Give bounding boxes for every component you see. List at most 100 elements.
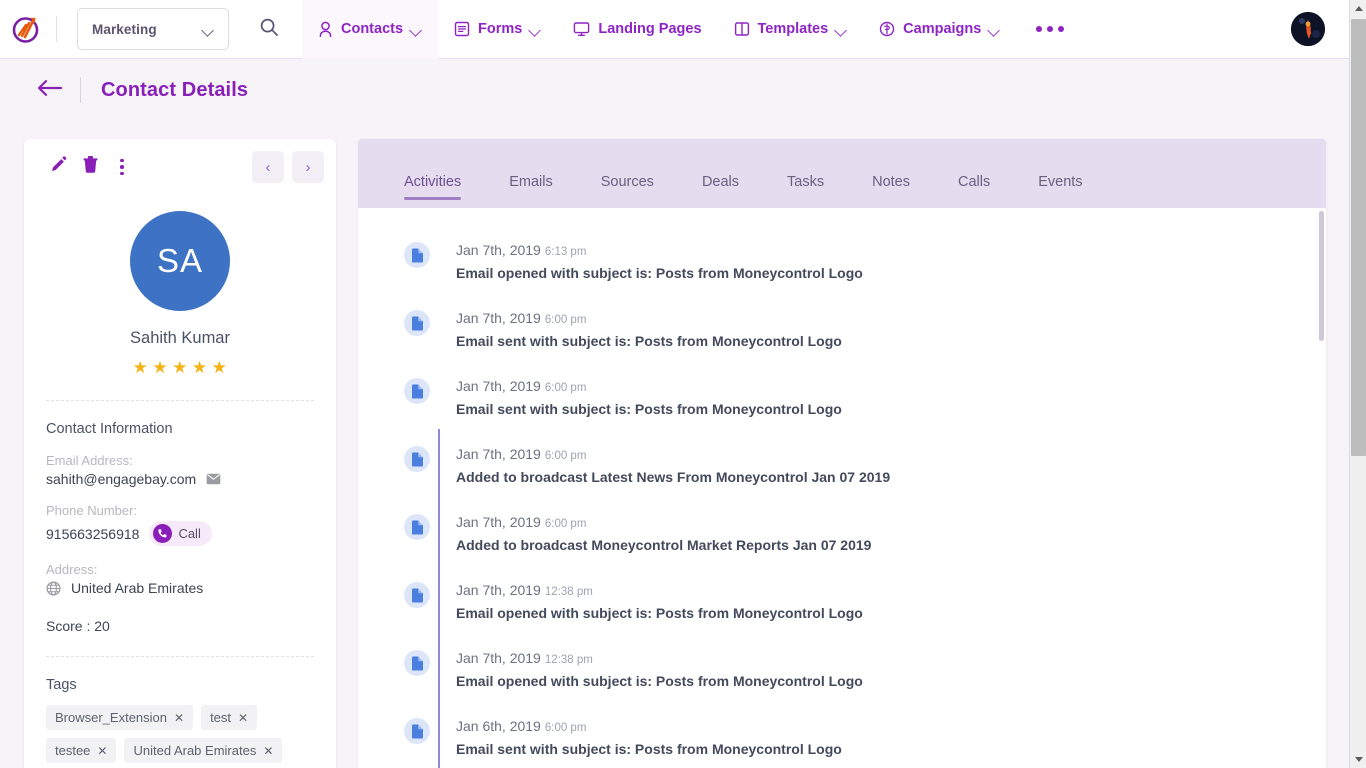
document-activity-icon — [404, 582, 430, 608]
campaign-target-icon — [879, 21, 895, 37]
tab-sources[interactable]: Sources — [577, 174, 678, 208]
envelope-mail-icon[interactable] — [206, 473, 221, 485]
window-scrollbar[interactable] — [1349, 0, 1366, 768]
activity-date: Jan 7th, 2019 — [456, 310, 541, 326]
page-title: Contact Details — [101, 79, 248, 102]
tab-calls[interactable]: Calls — [934, 174, 1014, 208]
activity-item[interactable]: Jan 7th, 201912:38 pmEmail opened with s… — [358, 650, 1326, 718]
activity-body: Jan 7th, 20196:00 pmEmail sent with subj… — [456, 378, 842, 417]
detail-tabbar: Activities Emails Sources Deals Tasks No… — [358, 139, 1326, 208]
next-contact-button[interactable]: › — [292, 151, 324, 183]
tag-label: testee — [55, 743, 90, 758]
close-icon[interactable]: ✕ — [97, 744, 107, 758]
document-activity-icon — [404, 514, 430, 540]
activity-description: Email opened with subject is: Posts from… — [456, 605, 863, 621]
phone-value: 915663256918 — [46, 526, 139, 542]
contact-information-title: Contact Information — [46, 421, 336, 437]
nav-label-templates: Templates — [758, 21, 829, 37]
star-icon[interactable]: ★ — [133, 358, 149, 378]
document-activity-icon — [404, 378, 430, 404]
nav-item-landing-pages[interactable]: Landing Pages — [557, 0, 717, 59]
activity-body: Jan 7th, 201912:38 pmEmail opened with s… — [456, 582, 863, 621]
nav-label-contacts: Contacts — [341, 21, 403, 37]
globe-address-icon — [46, 581, 61, 596]
workspace-selector[interactable]: Marketing — [77, 8, 229, 50]
call-label: Call — [178, 526, 200, 541]
activity-description: Added to broadcast Latest News From Mone… — [456, 469, 890, 485]
tag-chip[interactable]: United Arab Emirates ✕ — [124, 738, 282, 763]
activity-item[interactable]: Jan 6th, 20196:00 pmEmail sent with subj… — [358, 718, 1326, 768]
monitor-screen-icon — [573, 21, 590, 37]
tab-activities[interactable]: Activities — [380, 174, 485, 208]
user-avatar[interactable] — [1291, 12, 1325, 46]
star-icon[interactable]: ★ — [192, 358, 208, 378]
document-activity-icon — [404, 446, 430, 472]
kebab-more-icon — [120, 159, 124, 176]
activity-time: 6:00 pm — [545, 314, 587, 326]
activity-item[interactable]: Jan 7th, 201912:38 pmEmail opened with s… — [358, 582, 1326, 650]
activity-description: Email opened with subject is: Posts from… — [456, 673, 863, 689]
star-icon[interactable]: ★ — [172, 358, 188, 378]
nav-item-contacts[interactable]: Contacts — [302, 0, 438, 59]
more-horizontal-icon[interactable] — [1016, 0, 1084, 59]
scroll-down-icon[interactable] — [1350, 751, 1366, 768]
address-field: Address: United Arab Emirates — [46, 562, 336, 596]
nav-item-templates[interactable]: Templates — [718, 0, 864, 59]
tag-chip[interactable]: test ✕ — [201, 705, 257, 730]
tag-label: Browser_Extension — [55, 710, 167, 725]
tab-events[interactable]: Events — [1014, 174, 1106, 208]
form-document-icon — [454, 21, 470, 37]
close-icon[interactable]: ✕ — [263, 744, 273, 758]
nav-item-forms[interactable]: Forms — [438, 0, 557, 59]
activity-item[interactable]: Jan 7th, 20196:00 pmEmail sent with subj… — [358, 378, 1326, 446]
chevron-down-icon — [530, 26, 541, 33]
record-pager: ‹ › — [252, 151, 324, 183]
chevron-down-icon — [411, 26, 422, 33]
back-arrow-icon — [37, 79, 63, 102]
phone-field: Phone Number: 915663256918 Call — [46, 503, 336, 546]
call-button[interactable]: Call — [149, 521, 211, 546]
nav-item-campaigns[interactable]: Campaigns — [863, 0, 1016, 59]
close-icon[interactable]: ✕ — [174, 711, 184, 725]
tab-notes[interactable]: Notes — [848, 174, 934, 208]
back-button[interactable] — [33, 73, 67, 107]
star-icon[interactable]: ★ — [212, 358, 228, 378]
search-icon — [259, 17, 279, 42]
activity-item[interactable]: Jan 7th, 20196:00 pmAdded to broadcast M… — [358, 514, 1326, 582]
activity-timestamp: Jan 7th, 20196:00 pm — [456, 378, 842, 394]
activity-timestamp: Jan 7th, 20196:00 pm — [456, 514, 871, 530]
activity-item[interactable]: Jan 7th, 20196:00 pmEmail sent with subj… — [358, 310, 1326, 378]
star-icon[interactable]: ★ — [152, 358, 168, 378]
card-action-bar: ‹ › — [24, 139, 336, 195]
tab-tasks[interactable]: Tasks — [763, 174, 848, 208]
contact-summary-card: ‹ › SA Sahith Kumar ★ ★ ★ ★ ★ Contact In… — [24, 139, 336, 768]
contact-more-button[interactable] — [106, 151, 138, 183]
tab-deals[interactable]: Deals — [678, 174, 763, 208]
tab-emails[interactable]: Emails — [485, 174, 577, 208]
close-icon[interactable]: ✕ — [238, 711, 248, 725]
scrollbar-thumb[interactable] — [1351, 19, 1366, 456]
search-button[interactable] — [252, 12, 286, 46]
activity-item[interactable]: Jan 7th, 20196:13 pmEmail opened with su… — [358, 242, 1326, 310]
template-columns-icon — [734, 21, 750, 37]
activity-time: 6:13 pm — [545, 246, 587, 258]
activity-item[interactable]: Jan 7th, 20196:00 pmAdded to broadcast L… — [358, 446, 1326, 514]
activity-time: 6:00 pm — [545, 450, 587, 462]
document-activity-icon — [404, 242, 430, 268]
top-navbar: Marketing Contacts — [0, 0, 1349, 59]
activity-description: Email opened with subject is: Posts from… — [456, 265, 863, 281]
delete-contact-button[interactable] — [74, 151, 106, 183]
contact-rating[interactable]: ★ ★ ★ ★ ★ — [24, 358, 336, 378]
activity-time: 6:00 pm — [545, 722, 587, 734]
app-logo[interactable] — [0, 0, 54, 59]
tag-chip[interactable]: testee ✕ — [46, 738, 116, 763]
panel-scrollbar[interactable] — [1319, 211, 1324, 341]
activity-time: 12:38 pm — [545, 654, 593, 666]
activity-date: Jan 7th, 2019 — [456, 378, 541, 394]
document-activity-icon — [404, 718, 430, 744]
activity-body: Jan 7th, 20196:00 pmEmail sent with subj… — [456, 310, 842, 349]
scroll-up-icon[interactable] — [1350, 0, 1366, 17]
previous-contact-button[interactable]: ‹ — [252, 151, 284, 183]
edit-contact-button[interactable] — [42, 151, 74, 183]
tag-chip[interactable]: Browser_Extension ✕ — [46, 705, 193, 730]
